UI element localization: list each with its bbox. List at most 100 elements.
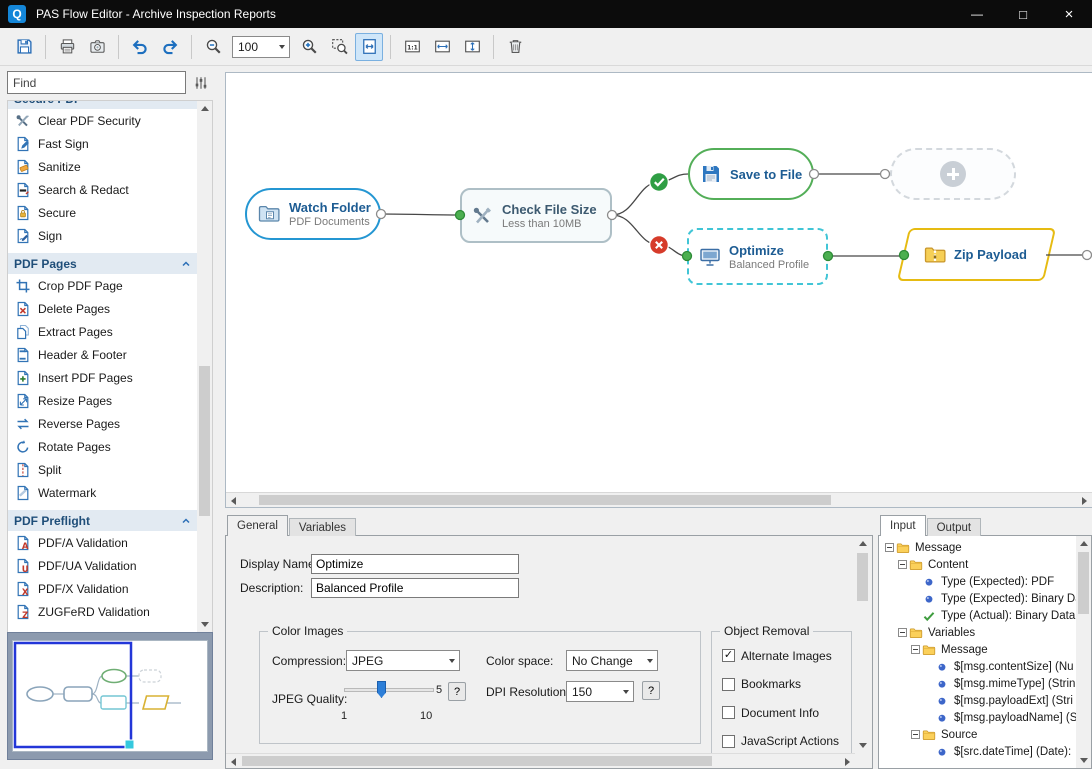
palette-item-watermark[interactable]: Watermark bbox=[8, 481, 197, 504]
checkbox-javascript-actions[interactable]: JavaScript Actions bbox=[722, 734, 839, 749]
scroll-thumb[interactable] bbox=[1078, 552, 1089, 614]
search-input[interactable] bbox=[7, 71, 186, 94]
palette-item-insert-pdf-pages[interactable]: Insert PDF Pages bbox=[8, 366, 197, 389]
palette-item-sanitize[interactable]: Sanitize bbox=[8, 155, 197, 178]
palette-item-resize-pages[interactable]: Resize Pages bbox=[8, 389, 197, 412]
redo-button[interactable] bbox=[156, 33, 184, 61]
collapse-icon[interactable] bbox=[897, 560, 908, 569]
print-button[interactable] bbox=[53, 33, 81, 61]
scroll-left-arrow[interactable] bbox=[226, 754, 241, 769]
zoom-in-button[interactable] bbox=[295, 33, 323, 61]
filter-button[interactable] bbox=[189, 71, 213, 94]
tree-item-type-expected-binary-da[interactable]: Type (Expected): Binary Da bbox=[881, 590, 1076, 607]
node-zip-payload[interactable]: Zip Payload bbox=[903, 228, 1050, 281]
scroll-thumb[interactable] bbox=[857, 553, 868, 601]
checkbox-document-info[interactable]: Document Info bbox=[722, 705, 819, 720]
scroll-right-arrow[interactable] bbox=[840, 754, 855, 769]
tab-general[interactable]: General bbox=[227, 515, 288, 536]
tree-item-msg-payloadname-s[interactable]: $[msg.payloadName] (S bbox=[881, 709, 1076, 726]
scroll-up-arrow[interactable] bbox=[197, 101, 212, 116]
dpi-resolution-select[interactable]: 150 bbox=[566, 681, 634, 702]
overview-minimap[interactable] bbox=[7, 632, 213, 760]
palette-section-secure-pdf[interactable]: Secure PDF bbox=[8, 101, 197, 109]
tab-variables[interactable]: Variables bbox=[289, 518, 356, 536]
node-optimize[interactable]: Optimize Balanced Profile bbox=[687, 228, 828, 285]
display-name-input[interactable] bbox=[311, 554, 519, 574]
tree-item-msg-payloadext-stri[interactable]: $[msg.payloadExt] (Stri bbox=[881, 692, 1076, 709]
fit-page-button[interactable] bbox=[355, 33, 383, 61]
tree-item-msg-mimetype-strin[interactable]: $[msg.mimeType] (Strin bbox=[881, 675, 1076, 692]
palette-item-header-footer[interactable]: Header & Footer bbox=[8, 343, 197, 366]
scroll-down-arrow[interactable] bbox=[197, 617, 212, 632]
palette-item-secure[interactable]: Secure bbox=[8, 201, 197, 224]
tree-item-msg-contentsize-nu[interactable]: $[msg.contentSize] (Nu bbox=[881, 658, 1076, 675]
io-scrollbar[interactable] bbox=[1076, 536, 1091, 768]
description-input[interactable] bbox=[311, 578, 519, 598]
tab-output[interactable]: Output bbox=[927, 518, 982, 536]
tab-input[interactable]: Input bbox=[880, 515, 926, 536]
palette-section-pdf-pages[interactable]: PDF Pages bbox=[8, 253, 197, 274]
checkbox-unchecked-icon[interactable] bbox=[722, 706, 735, 719]
palette-item-pdf-ua-validation[interactable]: UPDF/UA Validation bbox=[8, 554, 197, 577]
delete-button[interactable] bbox=[501, 33, 529, 61]
scroll-down-arrow[interactable] bbox=[1076, 753, 1091, 768]
canvas-horizontal-scrollbar[interactable] bbox=[226, 492, 1092, 507]
collapse-icon[interactable] bbox=[884, 543, 895, 552]
jpeg-quality-slider[interactable] bbox=[344, 688, 434, 692]
color-space-select[interactable]: No Change bbox=[566, 650, 658, 671]
properties-vertical-scrollbar[interactable] bbox=[855, 536, 870, 753]
scroll-left-arrow[interactable] bbox=[226, 493, 241, 508]
palette-item-sign[interactable]: Sign bbox=[8, 224, 197, 247]
zoom-level-select[interactable]: 100 bbox=[232, 36, 290, 58]
flow-canvas[interactable]: Watch Folder PDF Documents Check File Si… bbox=[225, 72, 1092, 508]
jpeg-quality-help-button[interactable]: ? bbox=[448, 682, 466, 701]
palette-item-zugferd-validation[interactable]: ZZUGFeRD Validation bbox=[8, 600, 197, 623]
fit-width-button[interactable] bbox=[428, 33, 456, 61]
checkbox-unchecked-icon[interactable] bbox=[722, 735, 735, 748]
dpi-help-button[interactable]: ? bbox=[642, 681, 660, 700]
tree-item-message[interactable]: Message bbox=[881, 641, 1076, 658]
palette-item-split[interactable]: Split bbox=[8, 458, 197, 481]
node-add-placeholder[interactable] bbox=[890, 148, 1016, 200]
collapse-icon[interactable] bbox=[910, 730, 921, 739]
undo-button[interactable] bbox=[126, 33, 154, 61]
node-watch-folder[interactable]: Watch Folder PDF Documents bbox=[245, 188, 381, 240]
scroll-thumb[interactable] bbox=[259, 495, 831, 505]
tree-item-type-expected-pdf[interactable]: Type (Expected): PDF bbox=[881, 573, 1076, 590]
checkbox-unchecked-icon[interactable] bbox=[722, 678, 735, 691]
scroll-right-arrow[interactable] bbox=[1077, 493, 1092, 508]
tree-item-source[interactable]: Source bbox=[881, 726, 1076, 743]
slider-handle[interactable] bbox=[377, 681, 386, 698]
palette-item-extract-pages[interactable]: Extract Pages bbox=[8, 320, 197, 343]
canvas-viewport[interactable]: Watch Folder PDF Documents Check File Si… bbox=[226, 73, 1092, 492]
checkbox-alternate-images[interactable]: ✓Alternate Images bbox=[722, 648, 832, 663]
palette-item-pdf-a-validation[interactable]: APDF/A Validation bbox=[8, 531, 197, 554]
palette-scrollbar[interactable] bbox=[197, 101, 212, 632]
minimap-viewport[interactable] bbox=[12, 640, 208, 752]
palette-item-clear-pdf-security[interactable]: Clear PDF Security bbox=[8, 109, 197, 132]
snapshot-button[interactable] bbox=[83, 33, 111, 61]
save-button[interactable] bbox=[10, 33, 38, 61]
node-check-file-size[interactable]: Check File Size Less than 10MB bbox=[460, 188, 612, 243]
close-button[interactable]: × bbox=[1046, 0, 1092, 28]
palette-item-pdf-x-validation[interactable]: XPDF/X Validation bbox=[8, 577, 197, 600]
palette-item-reverse-pages[interactable]: Reverse Pages bbox=[8, 412, 197, 435]
collapse-icon[interactable] bbox=[897, 628, 908, 637]
node-save-to-file[interactable]: Save to File bbox=[688, 148, 814, 200]
palette-item-fast-sign[interactable]: Fast Sign bbox=[8, 132, 197, 155]
palette-item-rotate-pages[interactable]: Rotate Pages bbox=[8, 435, 197, 458]
fit-height-button[interactable] bbox=[458, 33, 486, 61]
tree-item-content[interactable]: Content bbox=[881, 556, 1076, 573]
palette-item-crop-pdf-page[interactable]: Crop PDF Page bbox=[8, 274, 197, 297]
zoom-out-button[interactable] bbox=[199, 33, 227, 61]
scroll-up-arrow[interactable] bbox=[1076, 536, 1091, 551]
palette-section-pdf-preflight[interactable]: PDF Preflight bbox=[8, 510, 197, 531]
compression-select[interactable]: JPEG bbox=[346, 650, 460, 671]
maximize-button[interactable]: □ bbox=[1000, 0, 1046, 28]
palette-item-delete-pages[interactable]: Delete Pages bbox=[8, 297, 197, 320]
checkbox-bookmarks[interactable]: Bookmarks bbox=[722, 677, 801, 692]
add-node-icon[interactable] bbox=[940, 161, 966, 187]
properties-horizontal-scrollbar[interactable] bbox=[226, 753, 855, 768]
zoom-selection-button[interactable] bbox=[325, 33, 353, 61]
scroll-thumb[interactable] bbox=[242, 756, 712, 766]
